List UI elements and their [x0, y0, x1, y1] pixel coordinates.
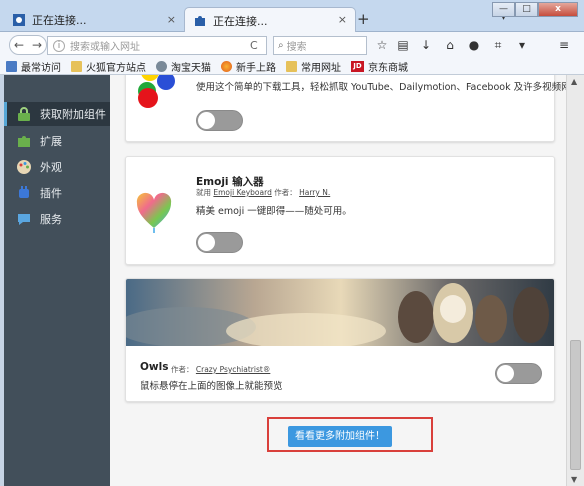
back-button[interactable]: ←	[10, 38, 28, 52]
download-icon[interactable]: ↓	[418, 37, 434, 53]
content-scrollbar[interactable]: ▲ ▼	[566, 75, 584, 486]
toggle-knob	[198, 112, 215, 129]
bookmark-most-visited[interactable]: 最常访问	[6, 59, 61, 74]
library-icon[interactable]: ▤	[395, 37, 411, 53]
sidebar-item-services[interactable]: 服务	[4, 207, 110, 231]
back-forward-group: ← →	[9, 35, 47, 55]
tab-title: 正在连接...	[32, 14, 87, 27]
plugin-icon	[19, 186, 29, 198]
scroll-down-icon[interactable]: ▼	[571, 475, 577, 484]
see-more-addons-button[interactable]: 看看更多附加组件！	[288, 426, 392, 447]
nav-toolbar: ← → i 搜索或输入网址 C ⌕ 搜索 ☆ ▤ ↓ ⌂ ● ⌗ ▾ ≡	[0, 32, 584, 58]
search-input[interactable]: 搜索	[287, 38, 307, 53]
addon-card-emoji[interactable]: Emoji 输入器 就用 Emoji Keyboard 作者： Harry N.…	[125, 156, 555, 265]
menu-icon[interactable]: ≡	[556, 37, 572, 53]
bookmark-firefox-sites[interactable]: 火狐官方站点	[71, 59, 146, 74]
addons-sidebar: 获取附加组件 扩展 外观 插件 服务	[0, 75, 110, 486]
addon-toggle[interactable]	[196, 110, 243, 131]
addon-toggle[interactable]	[196, 232, 243, 253]
home-icon[interactable]: ⌂	[442, 37, 458, 53]
bookmark-taobao[interactable]: 淘宝天猫	[156, 59, 211, 74]
folder-icon	[6, 60, 17, 72]
puzzle-icon	[18, 136, 30, 147]
sidebar-item-plugins[interactable]: 插件	[4, 181, 110, 205]
toggle-knob	[198, 234, 215, 251]
bookmark-getting-started[interactable]: 新手上路	[221, 59, 276, 74]
addons-content: 使用这个简单的下载工具，轻松抓取 YouTube、Dailymotion、Fac…	[110, 75, 566, 486]
get-addons-icon	[18, 107, 30, 121]
star-icon[interactable]: ☆	[374, 37, 390, 53]
folder-icon	[71, 60, 82, 72]
addon-name-link[interactable]: Emoji Keyboard	[213, 188, 271, 197]
close-tab-icon[interactable]: ×	[167, 13, 176, 26]
addon-description: 鼠标悬停在上面的图像上就能预览	[140, 381, 283, 392]
url-input[interactable]: 搜索或输入网址	[70, 38, 250, 53]
folder-icon	[286, 60, 297, 72]
page-icon	[13, 14, 25, 26]
globe-icon	[156, 60, 167, 72]
reload-button[interactable]: C	[250, 39, 266, 52]
maximize-button[interactable]: □	[515, 2, 538, 17]
palette-icon	[17, 160, 31, 174]
jd-icon: JD	[351, 60, 364, 72]
firefox-icon	[221, 60, 232, 72]
emoji-heart-icon	[136, 192, 172, 233]
addon-card-video-downloader[interactable]: 使用这个简单的下载工具，轻松抓取 YouTube、Dailymotion、Fac…	[125, 75, 566, 142]
author-link[interactable]: Crazy Psychiatrist®	[196, 365, 270, 374]
video-downloader-icon	[138, 75, 175, 108]
sync-icon[interactable]: ▾	[514, 37, 530, 53]
addon-description: 精美 emoji 一键即得——随处可用。	[196, 206, 352, 217]
window-controls: — □ x	[492, 2, 578, 17]
sidebar-item-extensions[interactable]: 扩展	[4, 129, 110, 153]
tab-strip: 正在连接... × 正在连接... × + ▾ — □ x	[0, 0, 584, 33]
search-icon: ⌕	[278, 40, 284, 51]
services-icon	[18, 214, 30, 225]
tab-2[interactable]: 正在连接... ×	[184, 7, 356, 33]
puzzle-tab-icon	[195, 15, 205, 26]
minimize-button[interactable]: —	[492, 2, 515, 17]
forward-button[interactable]: →	[28, 38, 46, 52]
url-bar[interactable]: i 搜索或输入网址 C	[47, 36, 267, 55]
crop-icon[interactable]: ⌗	[490, 37, 506, 53]
chat-icon[interactable]: ●	[466, 37, 482, 53]
search-bar[interactable]: ⌕ 搜索	[273, 36, 367, 55]
owls-theme-preview[interactable]	[126, 279, 555, 346]
toggle-knob	[497, 365, 514, 382]
addon-toggle[interactable]	[495, 363, 542, 384]
bookmark-jd[interactable]: JD 京东商城	[351, 59, 408, 74]
tab-1[interactable]: 正在连接... ×	[4, 8, 184, 32]
addon-description: 使用这个简单的下载工具，轻松抓取 YouTube、Dailymotion、Fac…	[196, 82, 566, 93]
addon-byline: 作者： Crazy Psychiatrist®	[171, 365, 271, 374]
highlight-box: 看看更多附加组件！	[267, 417, 433, 452]
sidebar-item-get-addons[interactable]: 获取附加组件	[4, 102, 110, 126]
bookmarks-toolbar: 最常访问 火狐官方站点 淘宝天猫 新手上路 常用网址 JD 京东商城	[0, 58, 584, 75]
bookmark-common-sites[interactable]: 常用网址	[286, 59, 341, 74]
addon-byline: 就用 Emoji Keyboard 作者： Harry N.	[196, 188, 331, 197]
new-tab-button[interactable]: +	[357, 10, 370, 28]
scroll-up-icon[interactable]: ▲	[571, 77, 577, 86]
close-tab-icon[interactable]: ×	[338, 13, 347, 26]
scroll-thumb[interactable]	[570, 340, 581, 470]
author-link[interactable]: Harry N.	[299, 188, 330, 197]
addon-title: Owls	[140, 361, 169, 373]
sidebar-item-appearance[interactable]: 外观	[4, 155, 110, 179]
close-window-button[interactable]: x	[538, 2, 578, 17]
info-icon[interactable]: i	[53, 39, 65, 52]
addon-card-owls[interactable]: Owls 作者： Crazy Psychiatrist® 鼠标悬停在上面的图像上…	[125, 278, 555, 402]
tab-title: 正在连接...	[213, 14, 268, 28]
